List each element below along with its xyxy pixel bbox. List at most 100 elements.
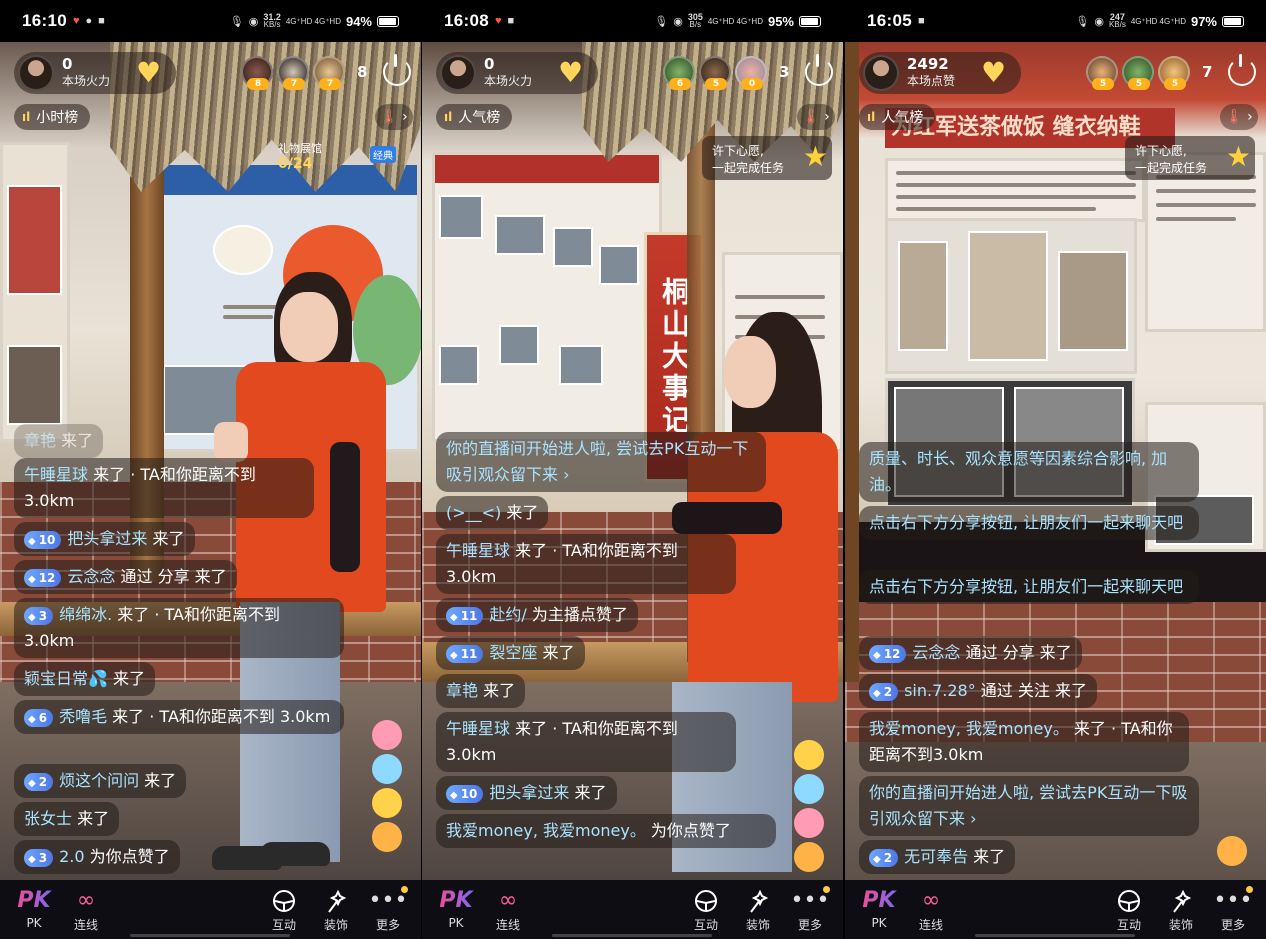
viewer-avatar[interactable]: 8 [241, 56, 273, 90]
chat-message: 10把头拿过来 来了 [436, 776, 617, 810]
interact-button[interactable]: 互动 [684, 886, 728, 933]
thermometer-icon: 🌡 [802, 109, 821, 125]
viewer-count: 7 [1202, 63, 1213, 81]
rank-button[interactable]: ıl 人气榜 [436, 104, 513, 130]
decorate-button[interactable]: 装饰 [736, 886, 780, 933]
pk-button[interactable]: PK PK [12, 886, 56, 930]
status-bar: 16:10 ♥ ● ■ 🎙 ◉ 31.2 KB/s 4G⁺HD 4G⁺HD 94% [0, 0, 421, 42]
power-icon[interactable] [805, 54, 833, 86]
chat-message: 点击右下方分享按钮, 让朋友们一起来聊天吧 [859, 506, 1199, 540]
viewer-avatar[interactable]: 5 [1158, 56, 1190, 90]
chat-message: 2烦这个问问 来了 [14, 764, 187, 798]
live-panel-3: 为红军送茶做饭 缝衣纳鞋 16:05 ■ 🎙 ◉ 247 KB/s 4G⁺HD … [845, 0, 1266, 939]
heat-button[interactable]: 🌡 › [375, 104, 413, 130]
battery-percent: 97% [1190, 13, 1217, 29]
chat-message: 2sin.7.28° 通过 关注 来了 [859, 674, 1097, 708]
host-avatar[interactable] [18, 55, 54, 91]
fan-heart-icon[interactable] [136, 56, 162, 89]
viewer-avatars[interactable]: 5 5 5 7 [1086, 56, 1214, 90]
chevron-right-icon: › [824, 109, 830, 125]
link-icon: ∞ [498, 888, 518, 913]
chat-notify-icon: ● [85, 15, 93, 27]
gift-gallery[interactable]: 礼物展馆 0/24 经典 [268, 138, 408, 176]
like-reactions [789, 740, 829, 876]
fan-heart-icon[interactable] [981, 56, 1007, 89]
net-speed: 31.2 KB/s [263, 12, 281, 29]
power-icon[interactable] [383, 54, 411, 86]
net-speed: 247 KB/s [1108, 12, 1126, 29]
wish-task-card[interactable]: 许下心愿, 一起完成任务 ★ [702, 136, 832, 180]
decorate-button[interactable]: 装饰 [1159, 886, 1203, 933]
net-speed: 305 B/s [687, 12, 703, 29]
chat-message: 午睡星球 来了 · TA和你距离不到 3.0km [436, 712, 736, 772]
like-reactions [367, 720, 407, 856]
chat-message: 11裂空座 来了 [436, 636, 585, 670]
status-time: 16:05 [867, 11, 912, 30]
pk-button[interactable]: PK PK [434, 886, 478, 930]
more-button[interactable]: ••• 更多 [366, 886, 410, 933]
rank-button[interactable]: ıl 小时榜 [14, 104, 91, 130]
viewer-avatar[interactable]: 5 [1086, 56, 1118, 90]
chat-message: 张女士 来了 [14, 802, 120, 836]
chat-message: 质量、时长、观众意愿等因素综合影响, 加油。 [859, 442, 1199, 502]
fire-notify-icon: ♥ [494, 15, 502, 27]
host-score-label: 本场火力 [62, 74, 111, 88]
viewer-avatar[interactable]: 7 [277, 56, 309, 90]
interact-button[interactable]: 互动 [262, 886, 306, 933]
home-indicator [975, 934, 1135, 937]
wish-task-card[interactable]: 许下心愿, 一起完成任务 ★ [1125, 136, 1255, 180]
signal-indicator: 4G⁺HD 4G⁺HD [707, 16, 763, 26]
host-score-label: 本场火力 [484, 74, 533, 88]
host-avatar[interactable] [863, 55, 899, 91]
pk-button[interactable]: PK PK [857, 886, 901, 930]
like-reactions [1212, 836, 1252, 870]
heat-button[interactable]: 🌡 › [797, 104, 835, 130]
chat-message: 章艳 来了 [14, 424, 104, 458]
gift-gallery-count: 0/24 [278, 156, 313, 172]
viewer-avatars[interactable]: 8 7 7 8 [241, 56, 369, 90]
viewer-avatar[interactable]: 6 [663, 56, 695, 90]
rank-button[interactable]: ıl 人气榜 [859, 104, 936, 130]
rank-label: 人气榜 [881, 110, 924, 126]
signal-indicator: 4G⁺HD 4G⁺HD [285, 16, 341, 26]
chevron-right-icon: › [402, 109, 408, 125]
host-score: 0 [62, 55, 73, 73]
power-icon[interactable] [1228, 54, 1256, 86]
bar-chart-icon: ıl [867, 110, 876, 124]
more-button[interactable]: ••• 更多 [788, 886, 832, 933]
viewer-avatar[interactable]: 0 [735, 56, 767, 90]
decorate-button[interactable]: 装饰 [314, 886, 358, 933]
fan-heart-icon[interactable] [558, 56, 584, 89]
link-button[interactable]: ∞ 连线 [909, 886, 953, 933]
star-icon: ★ [1225, 140, 1251, 173]
chat-message: 12云念念 通过 分享 来了 [14, 560, 237, 594]
notification-dot [1246, 886, 1253, 893]
video-notify-icon: ■ [507, 15, 515, 27]
host-score-label: 本场点赞 [907, 74, 956, 88]
heat-button[interactable]: 🌡 › [1220, 104, 1258, 130]
chat-message: 我爱money, 我爱money。 为你点赞了 [436, 814, 776, 848]
viewer-avatar[interactable]: 7 [313, 56, 345, 90]
viewer-avatars[interactable]: 6 5 0 3 [663, 56, 791, 90]
bar-chart-icon: ıl [22, 110, 31, 124]
mic-icon: 🎙 [229, 15, 244, 28]
bottom-toolbar: PK PK ∞ 连线 互动 装饰 ••• 更多 [845, 880, 1266, 939]
steering-icon [262, 886, 306, 916]
home-indicator [552, 934, 712, 937]
live-panel-2: 桐山大事记 16:08 ♥ ■ 🎙 ◉ 305 B/s 4G⁺HD 4G⁺HD … [422, 0, 843, 939]
link-button[interactable]: ∞ 连线 [486, 886, 530, 933]
fire-notify-icon: ♥ [72, 15, 80, 27]
interact-button[interactable]: 互动 [1107, 886, 1151, 933]
link-button[interactable]: ∞ 连线 [64, 886, 108, 933]
bar-chart-icon: ıl [444, 110, 453, 124]
battery-icon [377, 15, 399, 27]
link-icon: ∞ [921, 888, 941, 913]
home-indicator [130, 934, 290, 937]
viewer-avatar[interactable]: 5 [1122, 56, 1154, 90]
host-avatar[interactable] [440, 55, 476, 91]
mic-icon: 🎙 [1075, 15, 1090, 28]
steering-icon [1107, 886, 1151, 916]
more-button[interactable]: ••• 更多 [1211, 886, 1255, 933]
steering-icon [684, 886, 728, 916]
viewer-avatar[interactable]: 5 [699, 56, 731, 90]
